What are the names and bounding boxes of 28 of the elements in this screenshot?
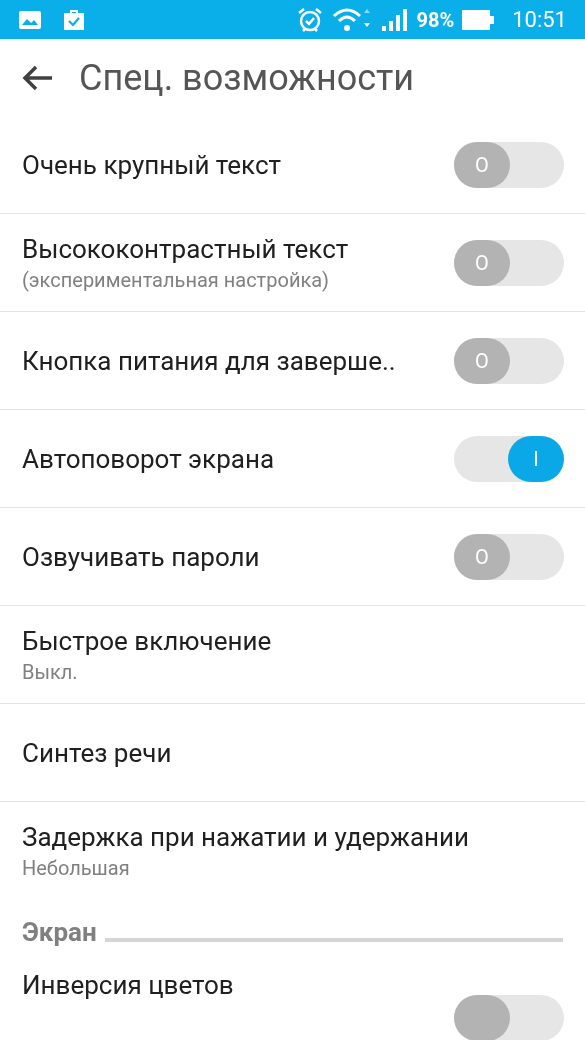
battery-icon [462,9,495,30]
briefcase-check-icon [62,7,86,32]
setting-title[interactable]: Синтез речи [22,735,564,770]
setting-subtitle: Выкл. [22,658,79,686]
switch-knob-label: O [475,249,489,277]
setting-title[interactable]: Кнопка питания для заверше.. [22,343,454,378]
setting-subtitle: Небольшая [22,855,131,882]
back-arrow-icon[interactable] [22,63,54,92]
setting-title[interactable]: Быстрое включение [22,623,564,658]
battery-percent: 98% [416,6,455,34]
setting-title[interactable]: Озвучивать пароли [22,539,454,574]
switch-knob-label: I [533,445,539,473]
switch-knob-label: O [475,347,489,375]
toggle-switch[interactable] [454,995,564,1040]
setting-title[interactable]: Инверсия цветов [22,968,454,1002]
setting-title[interactable]: Высококонтрастный текст [22,231,454,266]
wifi-icon [332,6,373,33]
page-title: Спец. возможности [79,55,415,101]
setting-title[interactable]: Автоповорот экрана [22,441,454,476]
switch-knob-label: O [475,151,489,179]
setting-title[interactable]: Очень крупный текст [22,147,454,182]
signal-icon [382,7,409,32]
clock: 10:51 [512,6,567,34]
switch-knob-label: O [475,543,489,571]
image-icon [18,9,42,30]
setting-title[interactable]: Задержка при нажатии и удержании [22,820,564,854]
section-header: Экран [22,916,97,948]
setting-subtitle: (экспериментальная настройка) [22,266,331,294]
